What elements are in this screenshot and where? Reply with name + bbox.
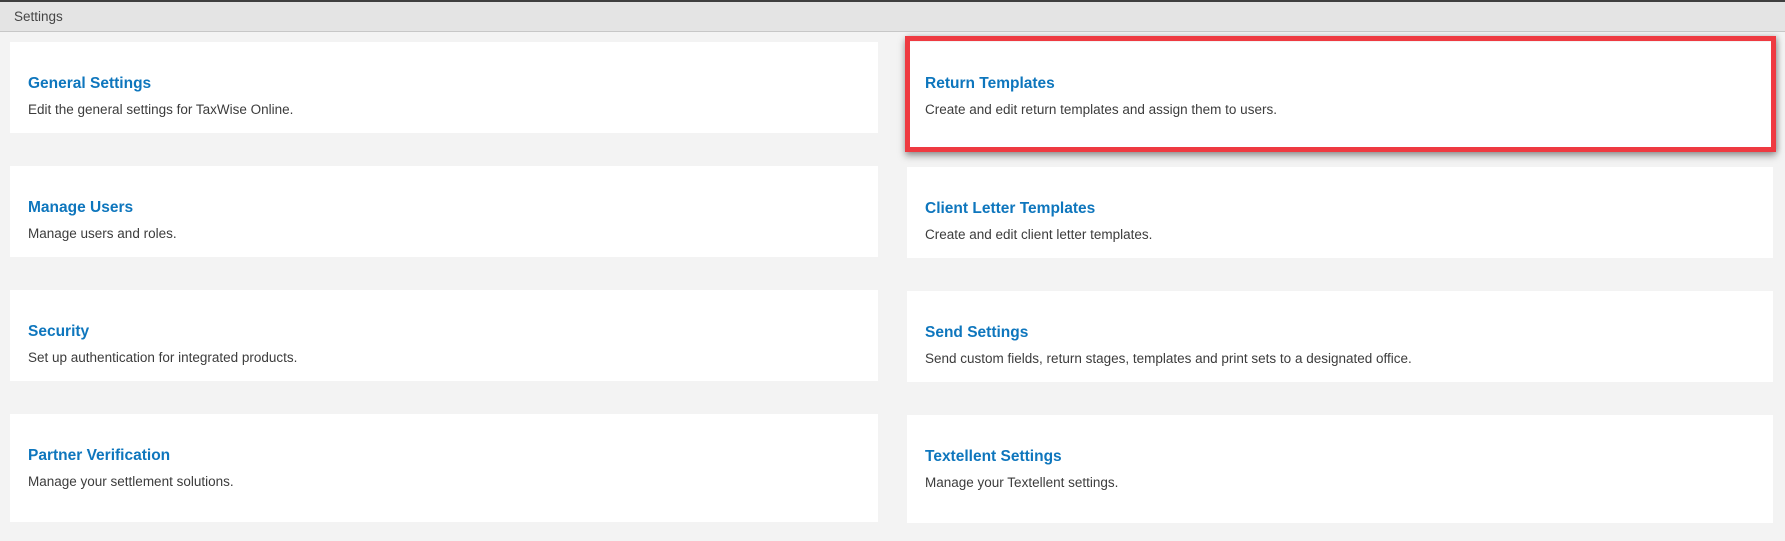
textellent-settings-link[interactable]: Textellent Settings — [925, 448, 1062, 466]
return-templates-description: Create and edit return templates and ass… — [925, 102, 1277, 117]
card-partner-verification[interactable]: Partner Verification Manage your settlem… — [10, 414, 878, 522]
page-title: Settings — [14, 9, 63, 24]
card-client-letter-templates[interactable]: Client Letter Templates Create and edit … — [907, 167, 1773, 258]
settings-card-grid: General Settings Edit the general settin… — [10, 42, 1773, 523]
general-settings-description: Edit the general settings for TaxWise On… — [28, 102, 294, 117]
security-description: Set up authentication for integrated pro… — [28, 350, 298, 365]
partner-verification-link[interactable]: Partner Verification — [28, 447, 170, 465]
security-link[interactable]: Security — [28, 323, 89, 341]
settings-column-right: Return Templates Create and edit return … — [907, 42, 1773, 523]
card-security[interactable]: Security Set up authentication for integ… — [10, 290, 878, 381]
card-general-settings[interactable]: General Settings Edit the general settin… — [10, 42, 878, 133]
manage-users-description: Manage users and roles. — [28, 226, 177, 241]
card-return-templates[interactable]: Return Templates Create and edit return … — [907, 42, 1773, 147]
general-settings-link[interactable]: General Settings — [28, 75, 151, 93]
textellent-settings-description: Manage your Textellent settings. — [925, 475, 1119, 490]
partner-verification-description: Manage your settlement solutions. — [28, 474, 234, 489]
send-settings-description: Send custom fields, return stages, templ… — [925, 351, 1412, 366]
settings-column-left: General Settings Edit the general settin… — [10, 42, 878, 523]
return-templates-link[interactable]: Return Templates — [925, 75, 1055, 93]
card-textellent-settings[interactable]: Textellent Settings Manage your Textelle… — [907, 415, 1773, 523]
send-settings-link[interactable]: Send Settings — [925, 324, 1028, 342]
card-send-settings[interactable]: Send Settings Send custom fields, return… — [907, 291, 1773, 382]
client-letter-templates-link[interactable]: Client Letter Templates — [925, 200, 1095, 218]
client-letter-templates-description: Create and edit client letter templates. — [925, 227, 1153, 242]
page-header: Settings — [0, 2, 1785, 32]
manage-users-link[interactable]: Manage Users — [28, 199, 133, 217]
card-manage-users[interactable]: Manage Users Manage users and roles. — [10, 166, 878, 257]
